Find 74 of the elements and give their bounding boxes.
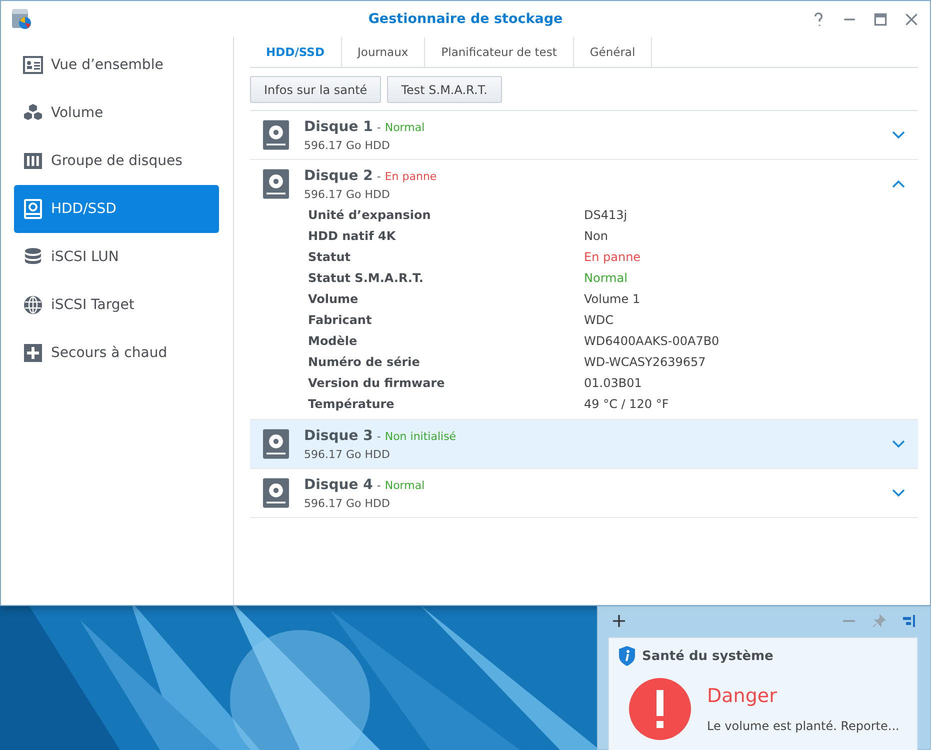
disk-name: Disque 4 [304, 476, 373, 492]
disk-name: Disque 1 [304, 118, 373, 134]
tab[interactable]: Général [574, 37, 652, 67]
detail-value: En panne [584, 250, 642, 264]
widget-title: Santé du système [642, 648, 774, 664]
disk-size: 596.17 Go HDD [304, 496, 391, 510]
toolbar-button[interactable]: Test S.M.A.R.T. [387, 76, 502, 103]
detail-label: Température [308, 397, 396, 411]
disk-row[interactable]: Disque 1 - Normal 596.17 Go HDD [250, 111, 918, 159]
disk-name: Disque 2 [304, 168, 373, 184]
chevron-down-icon[interactable] [892, 131, 905, 139]
detail-label: Numéro de série [308, 355, 421, 369]
detail-label: Statut S.M.A.R.T. [308, 271, 424, 285]
health-status: Danger [707, 685, 778, 707]
detail-label: HDD natif 4K [308, 229, 397, 243]
tab[interactable]: Journaux [342, 37, 426, 67]
overview-icon [23, 55, 43, 75]
globe-icon [23, 295, 43, 315]
detail-value: Non [584, 229, 609, 243]
sidebar-item[interactable]: Vue d’ensemble [14, 41, 219, 89]
window-title: Gestionnaire de stockage [368, 11, 563, 27]
detail-value: 01.03B01 [584, 376, 643, 390]
toolbar-button[interactable]: Infos sur la santé [250, 76, 382, 103]
disk-name: Disque 3 [304, 428, 373, 444]
detail-label: Statut [308, 250, 352, 264]
detail-label: Version du firmware [308, 376, 446, 390]
separator-text: - [376, 120, 381, 134]
disk-status: Non initialisé [384, 430, 456, 442]
disk-status: En panne [384, 170, 437, 182]
detail-value: WDC [584, 313, 614, 327]
chevron-down-icon[interactable] [892, 489, 905, 497]
disk-status: Normal [384, 478, 425, 492]
detail-value: Volume 1 [584, 292, 642, 306]
database-icon [23, 247, 43, 267]
disk-row[interactable]: Disque 3 - Non initialisé 596.17 Go HDD [250, 420, 918, 468]
tab[interactable]: HDD/SSD [250, 37, 342, 67]
shield-info-icon [618, 646, 636, 666]
sidebar-item[interactable]: HDD/SSD [14, 185, 219, 233]
sidebar-item[interactable]: Volume [14, 89, 219, 137]
disk-size: 596.17 Go HDD [304, 138, 391, 152]
detail-label: Unité d’expansion [308, 208, 432, 222]
app-icon [11, 8, 33, 30]
health-message: Le volume est planté. Reporte... [707, 719, 900, 733]
separator-text: - [376, 170, 381, 182]
detail-label: Volume [308, 292, 360, 306]
hot-spare-icon [23, 343, 43, 363]
sidebar-item[interactable]: iSCSI Target [14, 281, 219, 329]
disk-group-icon [23, 151, 43, 171]
detail-value: Normal [584, 271, 628, 285]
detail-value: WD-WCASY2639657 [584, 355, 707, 369]
sidebar-item[interactable]: iSCSI LUN [14, 233, 219, 281]
cubes-icon [23, 103, 43, 123]
separator-text: - [376, 478, 381, 492]
disk-row[interactable]: Disque 2 - En panne 596.17 Go HDD [250, 160, 918, 208]
disk-size: 596.17 Go HDD [304, 448, 391, 460]
tab[interactable]: Planificateur de test [425, 37, 574, 67]
panel-icon[interactable] [902, 614, 916, 628]
disk-row[interactable]: Disque 4 - Normal 596.17 Go HDD [250, 469, 918, 517]
chevron-up-icon[interactable] [892, 180, 905, 188]
detail-value: DS413j [584, 208, 628, 222]
disk-status: Normal [384, 120, 425, 134]
add-icon[interactable] [612, 614, 626, 628]
separator-text: - [376, 430, 381, 442]
disk-size: 596.17 Go HDD [304, 188, 391, 200]
sidebar-item[interactable]: Groupe de disques [14, 137, 219, 185]
sidebar-item[interactable]: Secours à chaud [14, 329, 219, 377]
chevron-down-icon[interactable] [892, 440, 905, 448]
detail-label: Modèle [308, 334, 358, 348]
detail-label: Fabricant [308, 313, 373, 327]
detail-value: 49 °C / 120 °F [584, 397, 670, 411]
close-icon[interactable] [903, 10, 920, 28]
maximize-icon[interactable] [872, 10, 889, 28]
detail-value: WD6400AAKS-00A7B0 [584, 334, 720, 348]
alert-icon [629, 678, 691, 740]
